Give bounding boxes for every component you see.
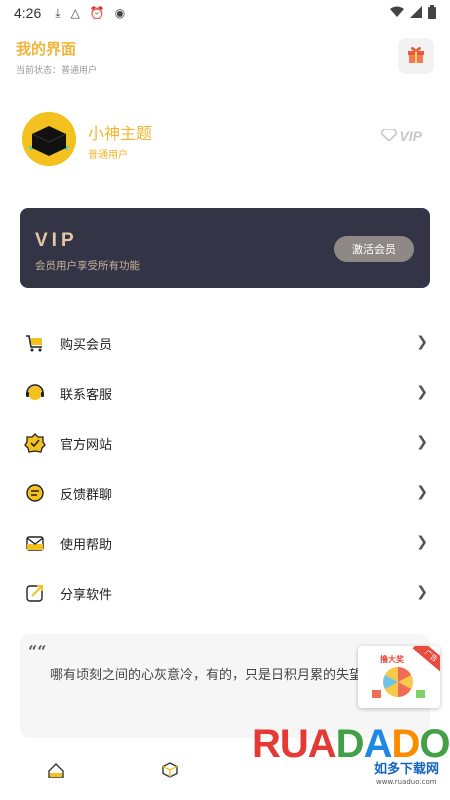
watermark-chinese: 如多下载网	[374, 762, 440, 777]
gift-button[interactable]	[398, 38, 434, 74]
page-title: 我的界面	[16, 40, 77, 58]
menu-item-help[interactable]: 使用帮助 ❯	[0, 518, 450, 568]
cart-icon	[24, 332, 46, 354]
profile-name: 小神主题	[88, 124, 153, 143]
menu-item-label: 联系客服	[60, 387, 113, 403]
menu-item-official-website[interactable]: 官方网站 ❯	[0, 418, 450, 468]
menu-item-feedback-group[interactable]: 反馈群聊 ❯	[0, 468, 450, 518]
vip-badge: VIP	[380, 128, 422, 144]
menu-item-label: 分享软件	[60, 587, 113, 603]
vip-badge-label: VIP	[399, 128, 422, 144]
vip-card: VIP 会员用户享受所有功能 激活会员	[20, 208, 430, 288]
menu-item-label: 使用帮助	[60, 537, 113, 553]
profile-section[interactable]: 小神主题 普通用户 VIP	[22, 112, 432, 168]
quote-mark-icon: ““	[28, 642, 47, 661]
menu-item-label: 购买会员	[60, 337, 113, 353]
status-time: 4:26	[14, 5, 42, 21]
customer-service-icon	[24, 382, 46, 404]
chevron-right-icon: ❯	[416, 534, 428, 550]
font-icon: △	[70, 6, 80, 20]
vip-card-title: VIP	[35, 230, 78, 251]
chevron-right-icon: ❯	[416, 334, 428, 350]
menu-item-contact-support[interactable]: 联系客服 ❯	[0, 368, 450, 418]
tab-theme[interactable]	[160, 760, 180, 780]
alarm-icon: ⏰	[89, 6, 105, 20]
watermark: RUADADO 如多下载网 www.ruaduo.com	[250, 718, 450, 800]
promo-floating-ad[interactable]: 撸大奖 广告	[358, 646, 440, 708]
activate-membership-button[interactable]: 激活会员	[334, 236, 414, 262]
current-status-text: 当前状态：普通用户	[16, 66, 98, 76]
profile-role: 普通用户	[88, 150, 128, 161]
signal-icon	[410, 5, 422, 21]
quote-text: 哪有顷刻之间的心灰意冷，有的，只是日积月累的失望罢了。	[50, 668, 402, 683]
page-header: 我的界面 当前状态：普通用户	[16, 38, 97, 76]
menu-item-buy-membership[interactable]: 购买会员 ❯	[0, 318, 450, 368]
chevron-right-icon: ❯	[416, 584, 428, 600]
share-icon	[24, 582, 46, 604]
gift-icon	[406, 44, 426, 68]
website-badge-icon	[24, 432, 46, 454]
menu-item-share-app[interactable]: 分享软件 ❯	[0, 568, 450, 618]
diamond-icon	[380, 128, 399, 144]
tab-home[interactable]	[46, 760, 66, 780]
prize-wheel-icon	[372, 667, 425, 698]
help-mail-icon	[24, 532, 46, 554]
chat-icon	[24, 482, 46, 504]
bottom-nav	[0, 756, 250, 786]
cube-logo-icon	[22, 112, 76, 166]
vip-card-description: 会员用户享受所有功能	[35, 260, 140, 272]
record-icon: ◉	[114, 6, 126, 20]
download-icon: ⤓	[55, 5, 61, 20]
battery-icon	[428, 4, 436, 22]
menu-item-label: 官方网站	[60, 437, 113, 453]
menu-list: 购买会员 ❯ 联系客服 ❯ 官方网站 ❯ 反馈群聊 ❯ 使用帮助 ❯ 分享软件 …	[0, 318, 450, 618]
wifi-icon	[390, 6, 404, 21]
status-bar: 4:26 ⤓ △ ⏰ ◉	[0, 0, 450, 26]
avatar[interactable]	[22, 112, 76, 166]
home-icon	[48, 763, 64, 778]
chevron-right-icon: ❯	[416, 484, 428, 500]
menu-item-label: 反馈群聊	[60, 487, 113, 503]
watermark-url: www.ruaduo.com	[376, 778, 437, 786]
chevron-right-icon: ❯	[416, 384, 428, 400]
cube-icon	[162, 762, 178, 778]
chevron-right-icon: ❯	[416, 434, 428, 450]
